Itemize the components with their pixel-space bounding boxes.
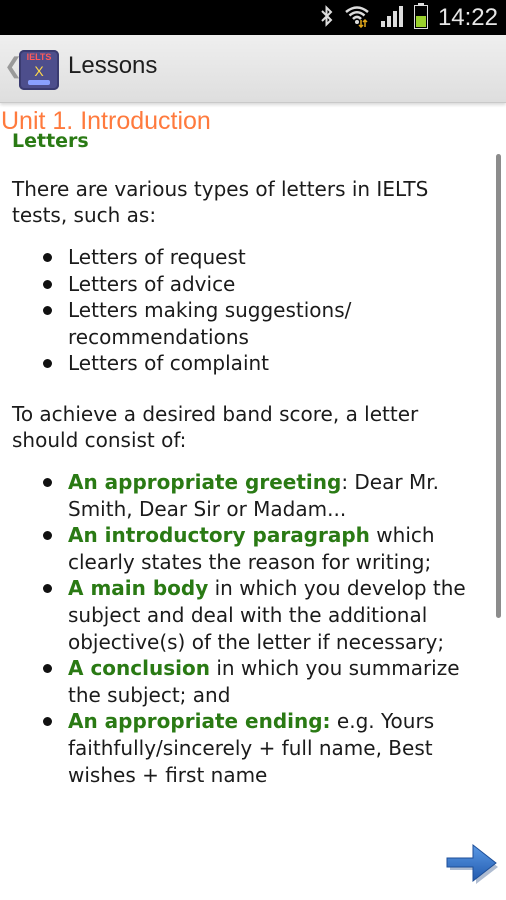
next-lesson-button[interactable] [444,838,500,894]
bullet-icon [43,279,52,289]
band-score-paragraph: To achieve a desired band score, a lette… [12,401,419,452]
list-item-text: Letters of complaint [68,351,270,376]
app-logo-icon[interactable]: IELTS X [19,50,59,90]
bullet-icon [43,531,52,541]
list-item: Letters making suggestions/ recommendati… [12,297,486,350]
page-title: Lessons [68,52,158,79]
signal-icon [380,4,404,32]
next-arrow-icon [446,843,498,884]
bluetooth-icon [320,4,334,31]
bullet-icon [43,359,52,369]
component-term: A main body [68,576,209,601]
wifi-icon [344,4,370,32]
bullet-icon [43,306,52,316]
status-time: 14:22 [437,3,498,31]
list-item: A main body in which you develop the sub… [12,575,486,655]
list-item: A conclusion in which you summarize the … [12,655,486,708]
list-item-text: Letters of request [68,245,246,269]
bullet-icon [43,253,52,262]
app-logo-mark: X [34,63,44,79]
component-term: A conclusion [68,656,210,681]
list-item-text: Letters making suggestions/ recommendati… [68,298,352,349]
bullet-icon [43,584,52,594]
list-item: An appropriate ending: e.g. Yours faithf… [12,708,486,788]
component-term: An appropriate greeting [68,469,342,494]
component-term: An appropriate ending: [68,709,331,734]
app-logo-text: IELTS [26,52,52,62]
intro-paragraph: There are various types of letters in IE… [12,177,429,227]
list-item: Letters of request [12,244,486,271]
battery-icon [413,2,428,33]
list-item: An appropriate greeting: Dear Mr. Smith,… [12,469,486,522]
letter-components-list: An appropriate greeting: Dear Mr. Smith,… [12,469,486,788]
list-item: Letters of complaint [12,350,486,377]
bullet-icon [43,717,52,727]
list-item-text: Letters of advice [68,271,236,296]
status-bar: 14:22 [0,0,506,35]
bullet-icon [43,477,52,487]
list-item: Letters of advice [12,271,486,298]
component-term: An introductory paragraph [68,523,370,548]
letter-types-list: Letters of request Letters of advice Let… [12,244,486,377]
lesson-content[interactable]: Letters There are various types of lette… [0,128,496,828]
action-bar: ❮ IELTS X Lessons [0,35,506,103]
section-title: Letters [12,130,89,152]
scrollbar[interactable] [496,154,501,618]
app-logo-bar [28,80,50,85]
bullet-icon [43,664,52,674]
list-item: An introductory paragraph which clearly … [12,522,486,575]
status-icons: 14:22 [320,0,498,35]
